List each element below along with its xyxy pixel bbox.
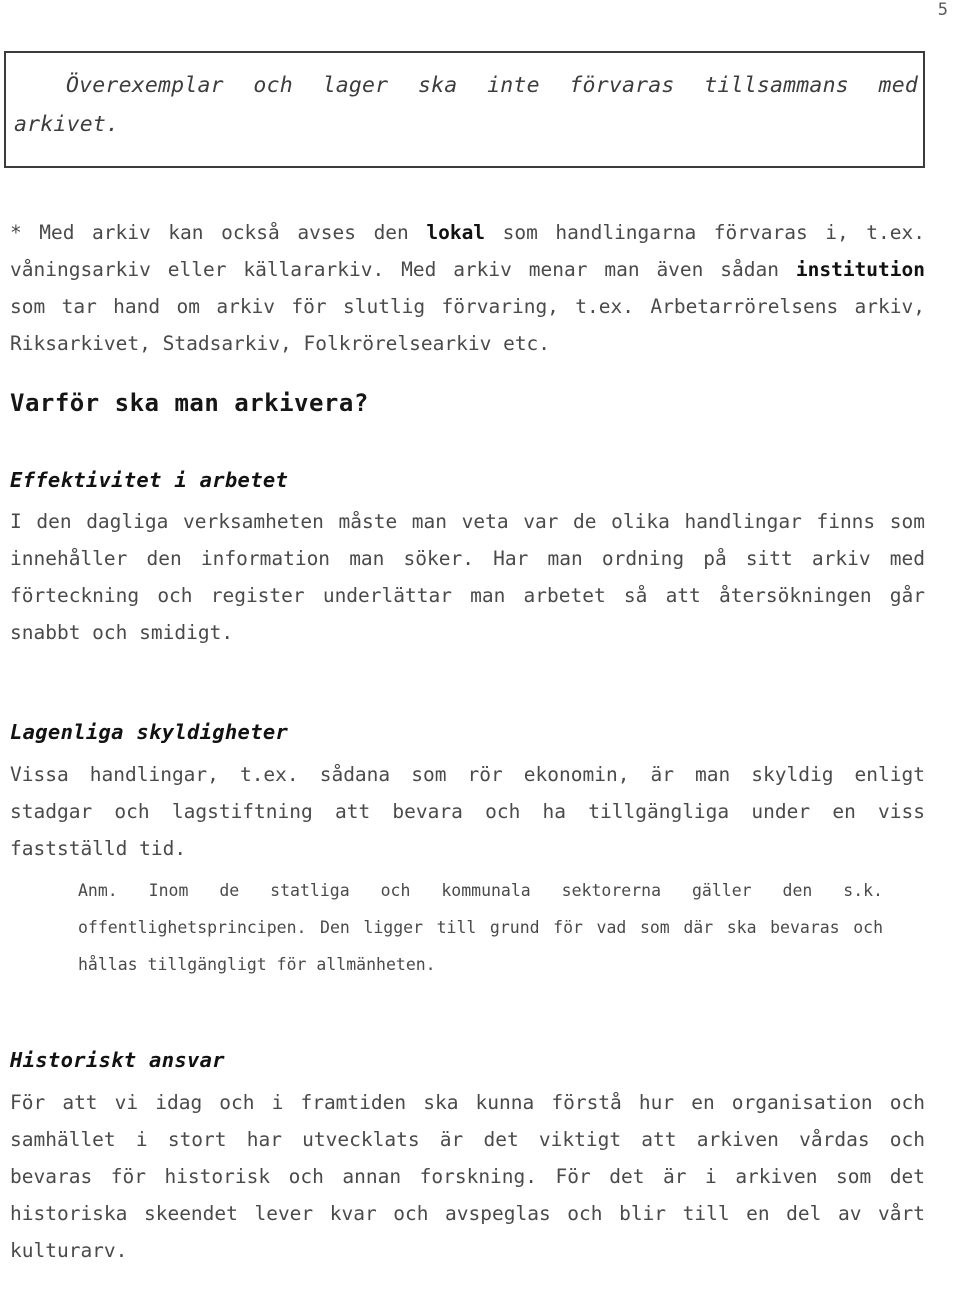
paragraph-historiskt: För att vi idag och i framtiden ska kunn…	[10, 1091, 925, 1262]
footnote-paragraph: * Med arkiv kan också avses den lokal so…	[10, 214, 925, 362]
section-heading-varfor-ska-man-arkivera: Varför ska man arkivera?	[10, 389, 369, 417]
document-page: 5 Överexemplar och lager ska inte förvar…	[0, 0, 960, 1293]
paragraph-effektivitet: I den dagliga verksamheten måste man vet…	[10, 510, 925, 644]
page-number: 5	[937, 0, 948, 20]
footnote-bold-institution: institution	[795, 258, 925, 281]
subheading-effektivitet-i-arbetet: Effektivitet i arbetet	[10, 468, 289, 492]
note-anm-offentlighetsprincipen: Anm. Inom de statliga och kommunala sekt…	[78, 881, 883, 974]
subheading-lagenliga-skyldigheter: Lagenliga skyldigheter	[10, 720, 289, 744]
callout-box: Överexemplar och lager ska inte förvaras…	[4, 51, 925, 168]
footnote-suffix: som tar hand om arkiv för slutlig förvar…	[10, 295, 925, 355]
footnote-bold-lokal: lokal	[426, 221, 486, 244]
subheading-historiskt-ansvar: Historiskt ansvar	[10, 1048, 225, 1072]
paragraph-lagenliga: Vissa handlingar, t.ex. sådana som rör e…	[10, 763, 925, 860]
callout-box-text: Överexemplar och lager ska inte förvaras…	[14, 73, 918, 137]
footnote-prefix: * Med arkiv kan också avses den	[10, 221, 427, 244]
